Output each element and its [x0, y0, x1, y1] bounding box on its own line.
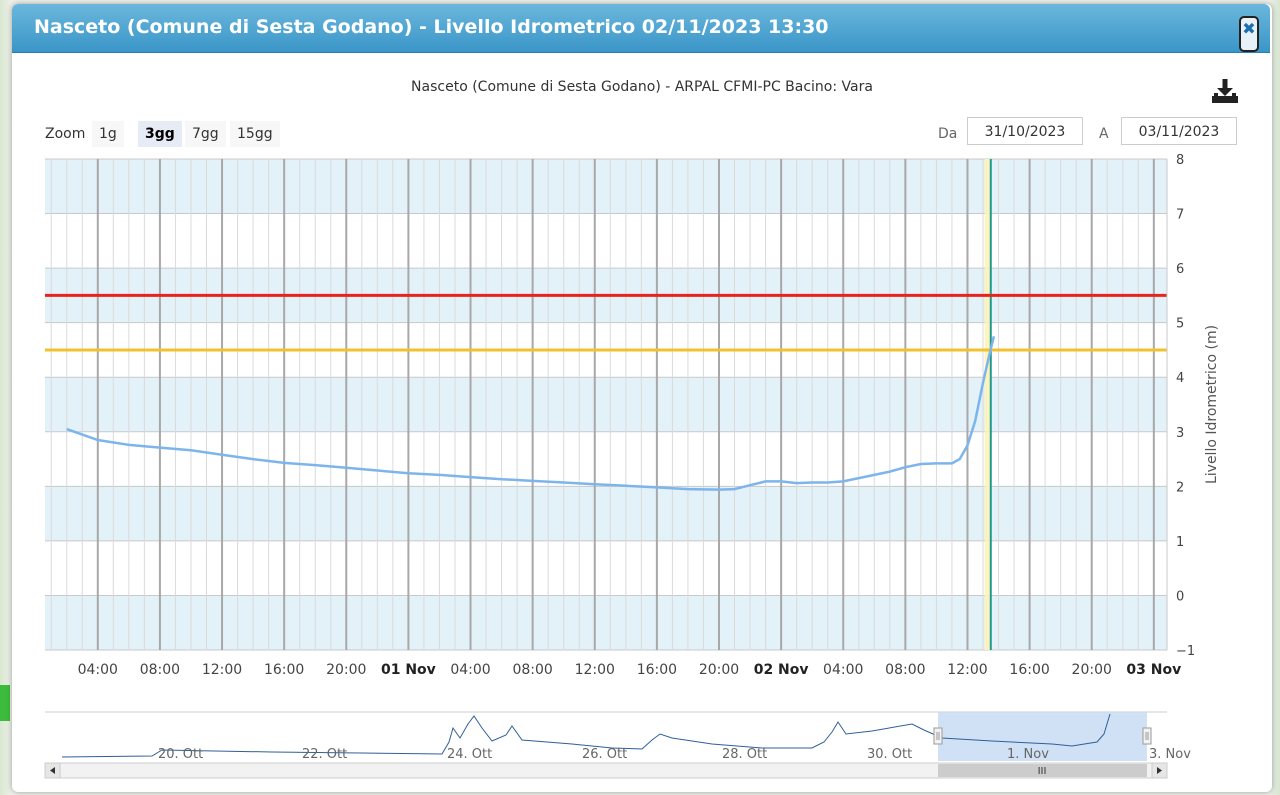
map-button-fragment — [0, 685, 10, 721]
navigator-label: 1. Nov — [1007, 747, 1049, 762]
scroll-left-button[interactable] — [44, 762, 61, 779]
x-tick-label: 08:00 — [140, 662, 180, 678]
y-tick-label: 0 — [1176, 589, 1184, 604]
water-level-chart: 8 7 6 5 4 3 2 1 0 −1 Livello Idrometrico (m) 04:00 0… — [44, 153, 1220, 779]
x-tick-label: 03 Nov — [1126, 662, 1181, 678]
navigator-label: 26. Ott — [582, 747, 627, 762]
navigator-label: 20. Ott — [158, 747, 203, 762]
x-tick-label: 04:00 — [450, 662, 490, 678]
x-tick-label: 12:00 — [202, 662, 242, 678]
x-tick-label: 02 Nov — [754, 662, 809, 678]
x-tick-label: 04:00 — [78, 662, 118, 678]
y-tick-label: 4 — [1176, 371, 1184, 386]
x-tick-label: 01 Nov — [381, 662, 436, 678]
navigator-handle-body — [933, 727, 943, 745]
x-tick-label: 16:00 — [1009, 662, 1049, 678]
y-tick-label: 1 — [1176, 535, 1184, 550]
navigator-label: 30. Ott — [867, 747, 912, 762]
y-axis-title: Livello Idrometrico (m) — [1204, 325, 1220, 484]
y-tick-label: −1 — [1176, 644, 1195, 659]
y-tick-label: 8 — [1176, 153, 1184, 168]
y-tick-label: 7 — [1176, 208, 1184, 223]
x-tick-label: 20:00 — [1072, 662, 1112, 678]
x-tick-label: 04:00 — [823, 662, 863, 678]
navigator-handle[interactable] — [933, 727, 943, 745]
scroll-right-button[interactable] — [1151, 762, 1168, 779]
x-tick-label: 16:00 — [637, 662, 677, 678]
x-tick-label: 12:00 — [947, 662, 987, 678]
navigator-label: 3. Nov — [1149, 747, 1191, 762]
y-tick-label: 3 — [1176, 426, 1184, 441]
scrollbar-grip: III — [1038, 766, 1047, 777]
x-tick-label: 12:00 — [575, 662, 615, 678]
y-tick-label: 2 — [1176, 480, 1184, 495]
y-tick-label: 6 — [1176, 262, 1184, 277]
navigator-handle[interactable] — [1142, 727, 1152, 745]
navigator-handle-body — [1142, 727, 1152, 745]
x-tick-label: 20:00 — [326, 662, 366, 678]
x-tick-label: 08:00 — [512, 662, 552, 678]
x-tick-label: 20:00 — [699, 662, 739, 678]
y-tick-label: 5 — [1176, 317, 1184, 332]
chart-dialog: Nasceto (Comune di Sesta Godano) - Livel… — [12, 4, 1272, 792]
x-tick-label: 08:00 — [885, 662, 925, 678]
navigator-label: 24. Ott — [447, 747, 492, 762]
navigator-label: 22. Ott — [302, 747, 347, 762]
navigator-label: 28. Ott — [722, 747, 767, 762]
x-tick-label: 16:00 — [264, 662, 304, 678]
